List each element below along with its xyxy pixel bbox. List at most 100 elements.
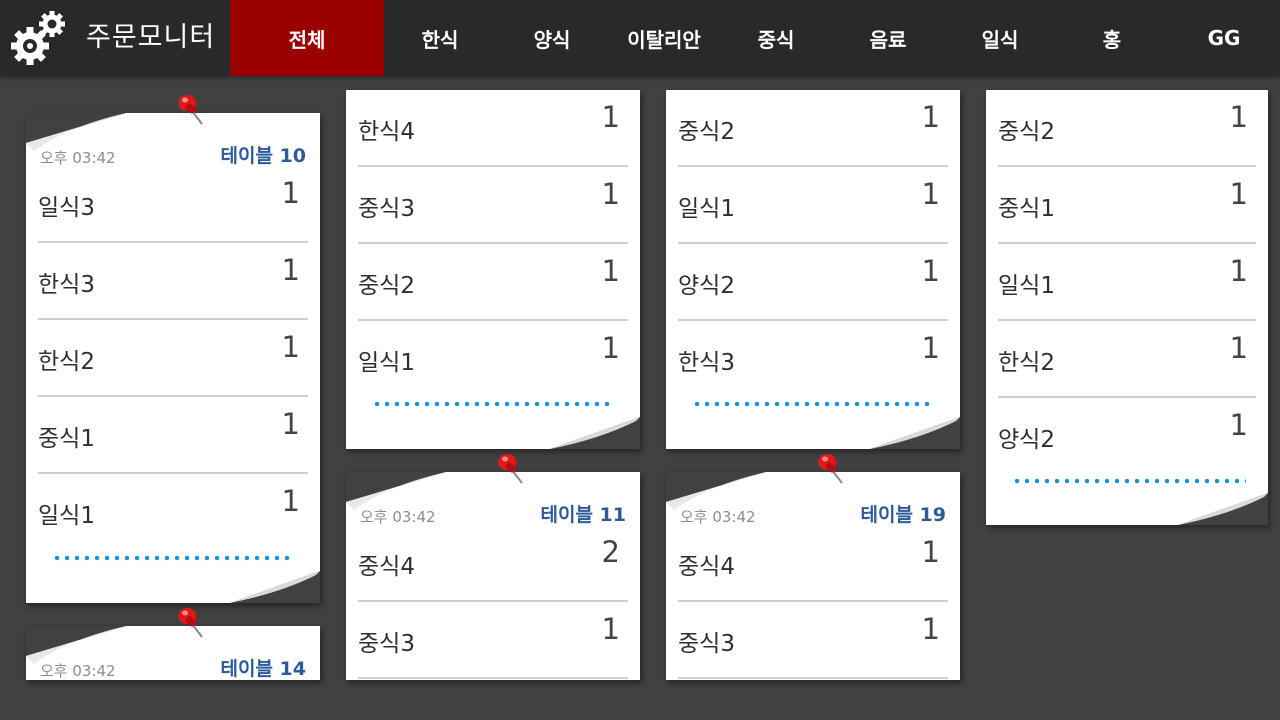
item-name: 한식2	[998, 350, 1055, 376]
item-name: 중식3	[358, 196, 415, 222]
item-qty: 1	[281, 484, 300, 518]
item-qty: 2	[601, 535, 620, 569]
item-qty: 1	[921, 331, 940, 365]
item-qty: 1	[281, 407, 300, 441]
item-qty: 1	[921, 254, 940, 288]
order-item-row: 중식3 1	[678, 602, 948, 679]
table-number: 테이블 14	[220, 658, 307, 680]
order-items: 중식4 2 중식3 1	[358, 525, 628, 679]
item-name: 일식1	[358, 350, 415, 376]
item-qty: 1	[1229, 331, 1248, 365]
item-name: 중식4	[678, 554, 735, 580]
dotted-separator	[372, 401, 612, 407]
order-time: 오후 03:42	[680, 508, 756, 526]
order-item-row: 중식1 1	[38, 397, 308, 474]
order-time: 오후 03:42	[40, 149, 116, 167]
tab-hong[interactable]: 홍	[1056, 0, 1168, 76]
item-name: 중식2	[678, 119, 735, 145]
order-item-row: 일식1 1	[998, 244, 1256, 321]
tab-japanese[interactable]: 일식	[944, 0, 1056, 76]
item-name: 중식2	[358, 273, 415, 299]
order-item-row: 한식4 1	[358, 90, 628, 167]
page-curl	[550, 417, 640, 449]
order-item-row: 일식3 1	[38, 166, 308, 243]
item-qty: 1	[601, 612, 620, 646]
tab-italian[interactable]: 이탈리안	[608, 0, 720, 76]
page-curl	[1178, 493, 1268, 525]
tab-korean[interactable]: 한식	[384, 0, 496, 76]
order-item-row: 한식2 1	[38, 320, 308, 397]
order-item-row: 중식2 1	[358, 244, 628, 321]
item-qty: 1	[601, 177, 620, 211]
item-qty: 1	[601, 254, 620, 288]
order-card[interactable]: 한식4 1 중식3 1 중식2 1 일식1 1	[346, 90, 640, 449]
tab-gg[interactable]: GG	[1168, 0, 1280, 76]
dotted-separator	[52, 555, 292, 561]
item-name: 한식4	[358, 119, 415, 145]
order-item-row: 일식1 1	[38, 474, 308, 551]
order-items: 중식2 1 일식1 1 양식2 1 한식3 1	[678, 90, 948, 398]
order-card[interactable]: 오후 03:42 테이블 19 중식4 1 중식3 1	[666, 454, 960, 680]
order-card[interactable]: 중식2 1 일식1 1 양식2 1 한식3 1	[666, 90, 960, 449]
item-qty: 1	[1229, 100, 1248, 134]
item-name: 양식2	[678, 273, 735, 299]
item-name: 양식2	[998, 427, 1055, 453]
item-qty: 1	[1229, 177, 1248, 211]
table-number: 테이블 10	[220, 145, 307, 167]
tab-western[interactable]: 양식	[496, 0, 608, 76]
item-name: 한식3	[678, 350, 735, 376]
item-name: 일식1	[678, 196, 735, 222]
item-qty: 1	[921, 100, 940, 134]
page-curl	[870, 417, 960, 449]
tab-chinese[interactable]: 중식	[720, 0, 832, 76]
item-qty: 1	[1229, 254, 1248, 288]
order-time: 오후 03:42	[40, 662, 116, 680]
tab-all[interactable]: 전체	[230, 0, 384, 76]
item-name: 일식1	[38, 503, 95, 529]
gears-icon	[11, 11, 65, 65]
order-items: 한식4 1 중식3 1 중식2 1 일식1 1	[358, 90, 628, 398]
order-card[interactable]: 오후 03:42 테이블 11 중식4 2 중식3 1	[346, 454, 640, 680]
item-name: 중식4	[358, 554, 415, 580]
table-number: 테이블 19	[860, 504, 947, 526]
item-qty: 1	[281, 176, 300, 210]
top-bar: 주문모니터 전체 한식 양식 이탈리안 중식 음료 일식 홍 GG	[0, 0, 1280, 76]
item-name: 한식2	[38, 349, 95, 375]
item-qty: 1	[601, 100, 620, 134]
order-items: 일식3 1 한식3 1 한식2 1 중식1 1 일식1 1	[38, 166, 308, 551]
item-name: 중식3	[678, 631, 735, 657]
order-items: 중식4 1 중식3 1	[678, 525, 948, 679]
tab-drinks[interactable]: 음료	[832, 0, 944, 76]
order-item-row: 중식2 1	[998, 90, 1256, 167]
order-item-row: 중식4 1	[678, 525, 948, 602]
order-time: 오후 03:42	[360, 508, 436, 526]
order-items: 중식2 1 중식1 1 일식1 1 한식2 1 양식2 1	[998, 90, 1256, 475]
app-title: 주문모니터	[86, 22, 216, 53]
order-item-row: 일식1 1	[358, 321, 628, 398]
item-qty: 1	[921, 177, 940, 211]
order-item-row: 한식3 1	[678, 321, 948, 398]
item-name: 일식3	[38, 195, 95, 221]
item-qty: 1	[921, 535, 940, 569]
item-name: 한식3	[38, 272, 95, 298]
order-item-row: 한식2 1	[998, 321, 1256, 398]
item-qty: 1	[921, 612, 940, 646]
item-qty: 1	[281, 330, 300, 364]
dotted-separator	[1012, 478, 1246, 484]
category-tabs: 전체 한식 양식 이탈리안 중식 음료 일식 홍 GG	[230, 0, 1280, 76]
order-item-row: 중식1 1	[998, 167, 1256, 244]
item-name: 중식1	[38, 426, 95, 452]
item-qty: 1	[601, 331, 620, 365]
order-card[interactable]: 오후 03:42 테이블 10 일식3 1 한식3 1 한식2 1 중식1 1 일식1 1	[26, 95, 320, 603]
order-item-row: 양식2 1	[998, 398, 1256, 475]
order-item-row: 중식3 1	[358, 602, 628, 679]
item-name: 중식1	[998, 196, 1055, 222]
order-card[interactable]: 오후 03:42 테이블 14	[26, 608, 320, 680]
table-number: 테이블 11	[540, 504, 627, 526]
item-qty: 1	[1229, 408, 1248, 442]
item-qty: 1	[281, 253, 300, 287]
item-name: 중식3	[358, 631, 415, 657]
order-card[interactable]: 중식2 1 중식1 1 일식1 1 한식2 1 양식2 1	[986, 90, 1268, 525]
order-item-row: 한식3 1	[38, 243, 308, 320]
page-curl	[230, 571, 320, 603]
